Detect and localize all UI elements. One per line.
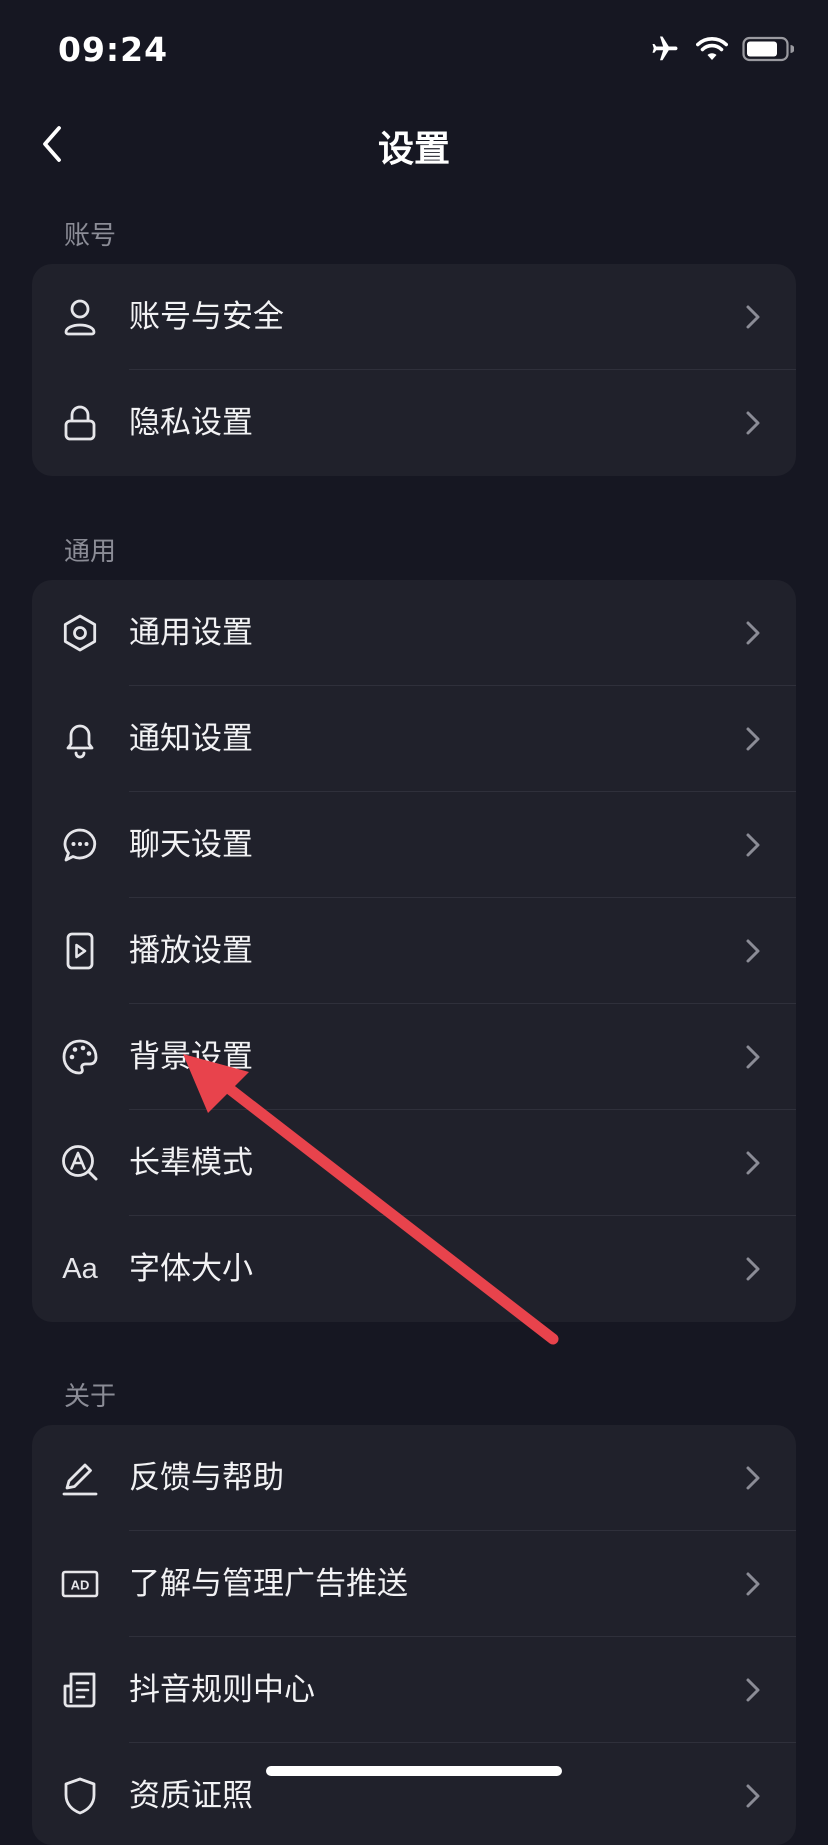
- row-label: 抖音规则中心: [129, 1672, 315, 1708]
- font-size-icon: Aa: [60, 1249, 100, 1289]
- row-label: 通知设置: [129, 721, 253, 757]
- card-general: 通用设置 通知设置 聊天设置 播放设置 背景设置 长辈模式 Aa 字体大小: [32, 580, 796, 1322]
- card-account: 账号与安全 隐私设置: [32, 264, 796, 476]
- airplane-icon: [648, 34, 682, 68]
- settings-row-rules-center[interactable]: 抖音规则中心: [32, 1637, 796, 1743]
- font-size-icon-text: Aa: [62, 1252, 98, 1285]
- settings-row-qualifications[interactable]: 资质证照: [32, 1743, 796, 1845]
- row-label: 字体大小: [129, 1251, 253, 1287]
- settings-row-background[interactable]: 背景设置: [32, 1004, 796, 1110]
- status-icons: [648, 34, 795, 68]
- row-label: 通用设置: [129, 615, 253, 651]
- chevron-right-icon: [740, 938, 766, 964]
- chevron-right-icon: [740, 1044, 766, 1070]
- settings-row-feedback[interactable]: 反馈与帮助: [32, 1425, 796, 1531]
- section-label-account: 账号: [64, 221, 117, 251]
- chevron-right-icon: [740, 726, 766, 752]
- row-label: 背景设置: [129, 1039, 253, 1075]
- battery-icon: [742, 36, 795, 66]
- chevron-right-icon: [740, 620, 766, 646]
- status-bar: 09:24: [0, 0, 828, 100]
- section-label-general: 通用: [64, 537, 117, 567]
- wifi-icon: [696, 36, 728, 66]
- settings-row-ads[interactable]: AD 了解与管理广告推送: [32, 1531, 796, 1637]
- settings-row-general[interactable]: 通用设置: [32, 580, 796, 686]
- row-label: 账号与安全: [129, 299, 284, 335]
- chevron-right-icon: [740, 1783, 766, 1809]
- row-label: 播放设置: [129, 933, 253, 969]
- row-label: 了解与管理广告推送: [129, 1566, 408, 1602]
- chevron-right-icon: [740, 410, 766, 436]
- edit-icon: [60, 1458, 100, 1498]
- settings-row-elder-mode[interactable]: 长辈模式: [32, 1110, 796, 1216]
- play-icon: [60, 931, 100, 971]
- status-time: 09:24: [58, 30, 169, 69]
- card-about: 反馈与帮助 AD 了解与管理广告推送 抖音规则中心 资质证照: [32, 1425, 796, 1845]
- row-label: 聊天设置: [129, 827, 253, 863]
- settings-row-account-security[interactable]: 账号与安全: [32, 264, 796, 370]
- row-label: 隐私设置: [129, 405, 253, 441]
- chevron-right-icon: [740, 1571, 766, 1597]
- row-label: 反馈与帮助: [129, 1460, 284, 1496]
- chevron-right-icon: [740, 832, 766, 858]
- chevron-right-icon: [740, 1150, 766, 1176]
- chat-bubble-icon: [60, 825, 100, 865]
- home-indicator[interactable]: [266, 1766, 562, 1776]
- nav-bar: 设置: [0, 100, 828, 200]
- chevron-right-icon: [740, 304, 766, 330]
- settings-row-chat[interactable]: 聊天设置: [32, 792, 796, 898]
- section-label-about: 关于: [64, 1382, 117, 1412]
- chevron-right-icon: [740, 1465, 766, 1491]
- settings-row-playback[interactable]: 播放设置: [32, 898, 796, 1004]
- settings-row-privacy[interactable]: 隐私设置: [32, 370, 796, 476]
- palette-icon: [60, 1037, 100, 1077]
- gear-icon: [60, 613, 100, 653]
- ad-icon-text: AD: [71, 1578, 90, 1593]
- settings-row-font-size[interactable]: Aa 字体大小: [32, 1216, 796, 1322]
- shield-icon: [60, 1776, 100, 1816]
- row-label: 长辈模式: [129, 1145, 253, 1181]
- chevron-right-icon: [740, 1256, 766, 1282]
- elder-mode-icon: [60, 1143, 100, 1183]
- chevron-right-icon: [740, 1677, 766, 1703]
- document-icon: [60, 1670, 100, 1710]
- bell-icon: [60, 719, 100, 759]
- row-label: 资质证照: [129, 1778, 253, 1814]
- user-icon: [60, 297, 100, 337]
- lock-icon: [60, 403, 100, 443]
- settings-row-notifications[interactable]: 通知设置: [32, 686, 796, 792]
- ad-icon: AD: [60, 1564, 100, 1604]
- page-title: 设置: [377, 129, 450, 170]
